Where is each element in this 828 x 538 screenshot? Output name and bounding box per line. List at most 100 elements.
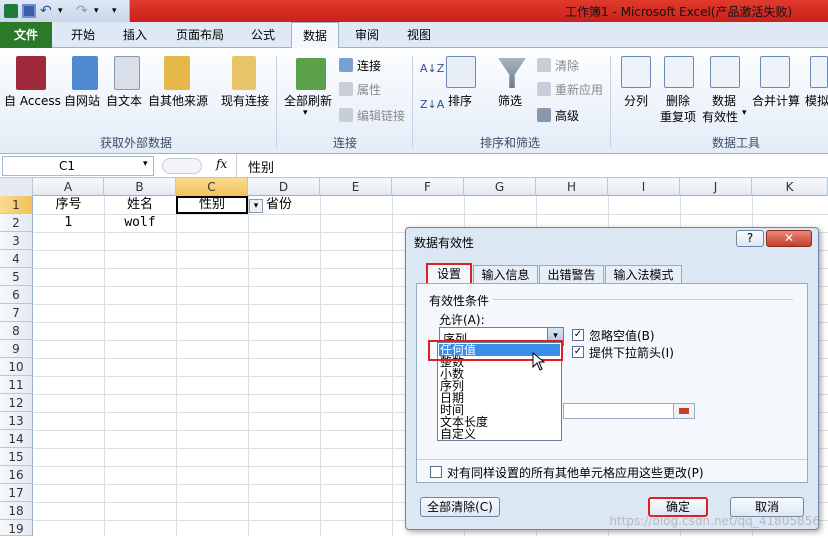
formula-input[interactable]: 性别: [248, 157, 274, 176]
refresh-all-button[interactable]: 全部刷新: [284, 92, 332, 109]
filter-button[interactable]: 筛选: [498, 92, 522, 109]
tab-page-layout[interactable]: 页面布局: [166, 22, 234, 48]
sort-button[interactable]: 排序: [448, 92, 472, 109]
sort-az-icon[interactable]: A↓Z: [420, 62, 444, 75]
cell-c1[interactable]: 性别: [176, 196, 248, 214]
apply-all-checkbox[interactable]: [430, 466, 442, 478]
connections-button[interactable]: 连接: [357, 57, 381, 74]
from-access-button[interactable]: 自 Access: [4, 92, 61, 109]
cell-d1[interactable]: 省份: [266, 196, 306, 214]
row-header[interactable]: 9: [0, 340, 33, 358]
row-header[interactable]: 19: [0, 520, 33, 536]
data-validation-line1[interactable]: 数据: [712, 92, 736, 109]
clear-button[interactable]: 清除: [555, 57, 579, 74]
consolidate-button[interactable]: 合并计算: [752, 92, 800, 109]
col-header-k[interactable]: K: [752, 178, 828, 196]
properties-button[interactable]: 属性: [357, 81, 381, 98]
source-input[interactable]: [563, 403, 683, 419]
row-header[interactable]: 11: [0, 376, 33, 394]
tab-formulas[interactable]: 公式: [240, 22, 286, 48]
row-header[interactable]: 13: [0, 412, 33, 430]
save-icon[interactable]: [22, 4, 36, 18]
dropdown-icon[interactable]: ▾: [58, 4, 72, 18]
cell-dropdown-arrow[interactable]: ▾: [249, 199, 263, 213]
row-header[interactable]: 15: [0, 448, 33, 466]
row-header[interactable]: 18: [0, 502, 33, 520]
help-button[interactable]: ?: [736, 230, 764, 247]
from-text-button[interactable]: 自文本: [106, 92, 142, 109]
row-header[interactable]: 8: [0, 322, 33, 340]
chevron-down-icon[interactable]: ▾: [303, 108, 308, 118]
tab-ime-mode[interactable]: 输入法模式: [605, 265, 682, 284]
col-header-j[interactable]: J: [680, 178, 752, 196]
col-header-h[interactable]: H: [536, 178, 608, 196]
col-header-b[interactable]: B: [104, 178, 176, 196]
col-header-i[interactable]: I: [608, 178, 680, 196]
row-header[interactable]: 6: [0, 286, 33, 304]
tab-settings[interactable]: 设置: [426, 263, 472, 284]
row-header[interactable]: 3: [0, 232, 33, 250]
remove-duplicates-line1[interactable]: 删除: [666, 92, 690, 109]
sort-za-icon[interactable]: Z↓A: [420, 98, 444, 111]
tab-input-message[interactable]: 输入信息: [473, 265, 538, 284]
undo-icon[interactable]: ↶: [40, 4, 54, 18]
cell-b2[interactable]: wolf: [104, 214, 176, 232]
tab-review[interactable]: 审阅: [343, 22, 391, 48]
redo-icon[interactable]: ↷: [76, 4, 90, 18]
reapply-icon: [537, 82, 551, 96]
tab-file[interactable]: 文件: [0, 22, 52, 48]
row-header[interactable]: 4: [0, 250, 33, 268]
tab-view[interactable]: 视图: [395, 22, 443, 48]
excel-logo-icon: [4, 4, 18, 18]
row-header[interactable]: 1: [0, 196, 33, 214]
collapse-range-icon[interactable]: [673, 403, 695, 419]
data-validation-line2[interactable]: 有效性: [702, 108, 738, 125]
formula-expander[interactable]: [162, 158, 202, 174]
remove-duplicates-line2[interactable]: 重复项: [660, 108, 696, 125]
row-header[interactable]: 5: [0, 268, 33, 286]
ribbon: 自 Access 自网站 自文本 自其他来源 现有连接 获取外部数据 全部刷新 …: [0, 48, 828, 154]
row-header[interactable]: 10: [0, 358, 33, 376]
col-header-a[interactable]: A: [33, 178, 104, 196]
tab-error-alert[interactable]: 出错警告: [539, 265, 604, 284]
col-header-f[interactable]: F: [392, 178, 464, 196]
tab-home[interactable]: 开始: [58, 22, 108, 48]
tab-data[interactable]: 数据: [291, 22, 339, 49]
col-header-d[interactable]: D: [248, 178, 320, 196]
chevron-down-icon[interactable]: ▾: [143, 159, 148, 169]
tab-insert[interactable]: 插入: [110, 22, 160, 48]
reapply-button[interactable]: 重新应用: [555, 81, 603, 98]
fx-icon[interactable]: fx: [216, 157, 227, 171]
edit-links-button[interactable]: 编辑链接: [357, 107, 405, 124]
col-header-g[interactable]: G: [464, 178, 536, 196]
from-web-button[interactable]: 自网站: [64, 92, 100, 109]
col-header-c[interactable]: C: [176, 178, 248, 196]
col-header-e[interactable]: E: [320, 178, 392, 196]
name-box[interactable]: C1 ▾: [2, 156, 154, 176]
row-header[interactable]: 7: [0, 304, 33, 322]
in-cell-dropdown-checkbox[interactable]: ✓: [572, 346, 584, 358]
group-label-sort-filter: 排序和筛选: [480, 136, 541, 150]
existing-connections-button[interactable]: 现有连接: [221, 92, 269, 109]
cell-a2[interactable]: 1: [33, 214, 104, 232]
row-header[interactable]: 16: [0, 466, 33, 484]
cell-a1[interactable]: 序号: [33, 196, 104, 214]
row-header[interactable]: 12: [0, 394, 33, 412]
row-header[interactable]: 17: [0, 484, 33, 502]
advanced-filter-button[interactable]: 高级: [555, 107, 579, 124]
what-if-button[interactable]: 模拟: [805, 92, 828, 109]
clear-all-button[interactable]: 全部清除(C): [420, 497, 500, 517]
row-header[interactable]: 14: [0, 430, 33, 448]
ignore-blank-checkbox[interactable]: ✓: [572, 329, 584, 341]
text-to-columns-button[interactable]: 分列: [624, 92, 648, 109]
ribbon-tabs: 文件 开始 插入 页面布局 公式 数据 审阅 视图: [0, 22, 828, 49]
chevron-down-icon[interactable]: ▾: [742, 108, 747, 118]
customize-qat-icon[interactable]: ▾: [112, 4, 126, 18]
select-all[interactable]: [0, 178, 33, 196]
close-button[interactable]: ✕: [766, 230, 812, 247]
dropdown-icon[interactable]: ▾: [94, 4, 108, 18]
cell-b1[interactable]: 姓名: [104, 196, 176, 214]
option-custom[interactable]: 自定义: [440, 428, 476, 440]
row-header[interactable]: 2: [0, 214, 33, 232]
other-sources-button[interactable]: 自其他来源: [148, 92, 208, 109]
